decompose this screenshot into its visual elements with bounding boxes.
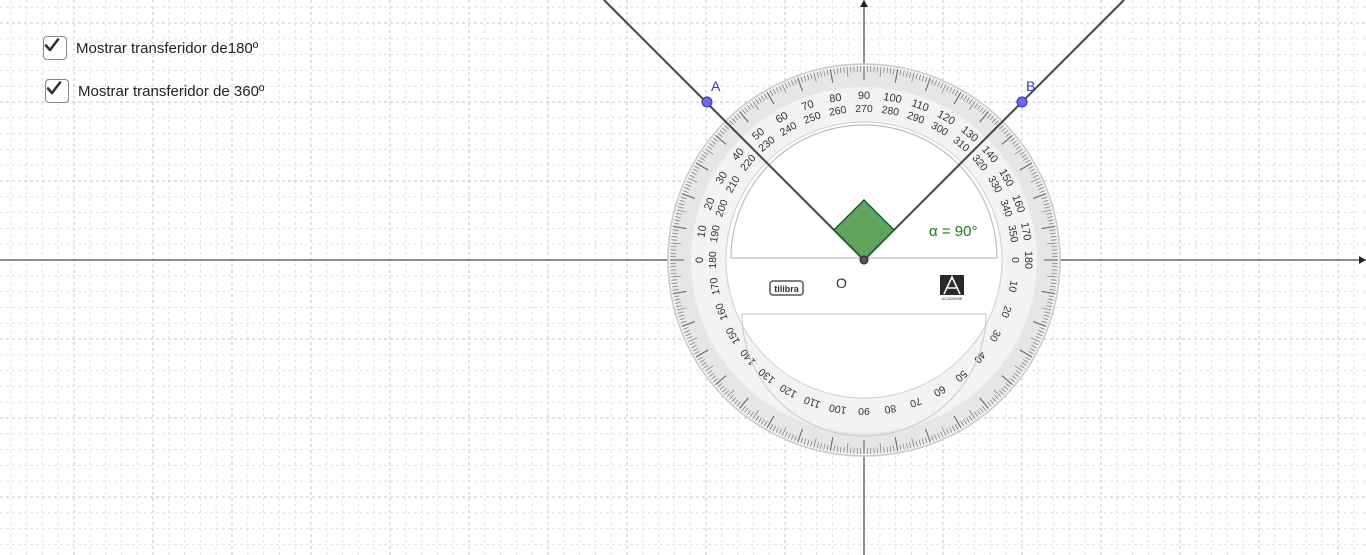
brand-tilibra-text: tilibra <box>774 284 799 294</box>
show-protractor-360-checkbox[interactable] <box>45 79 69 103</box>
point-b[interactable]: B <box>1016 78 1035 108</box>
protractor-degree-label: 180 <box>1022 251 1034 269</box>
protractor-degree-label: 10 <box>696 224 710 238</box>
point-b-label: B <box>1026 78 1035 94</box>
checkmark-icon <box>44 38 60 52</box>
point-b-marker[interactable] <box>1016 96 1028 108</box>
protractor-degree-label: 10 <box>1006 279 1020 293</box>
point-a-label: A <box>711 78 721 94</box>
protractor-degree-label: 180 <box>707 251 719 269</box>
protractor-degree-label: 0 <box>1009 257 1021 263</box>
protractor-degree-label: 80 <box>883 402 897 416</box>
point-o-label: O <box>836 275 847 291</box>
academie-logo-caption: ACADEMIE <box>942 296 963 301</box>
show-protractor-180-label: Mostrar transferidor de180º <box>76 39 259 57</box>
point-o-marker[interactable] <box>859 255 869 265</box>
geogebra-graphics-view[interactable]: 180 170 160 150 140 130 120 110 100 90 80 70 60 50 40 3… <box>0 0 1366 555</box>
checkmark-icon <box>46 81 62 95</box>
point-a-marker[interactable] <box>701 96 713 108</box>
show-protractor-360-toggle[interactable]: Mostrar transferidor de 360º <box>45 79 264 103</box>
y-axis-arrow <box>860 0 868 7</box>
protractor-degree-label: 270 <box>855 103 873 115</box>
x-axis-arrow <box>1359 256 1366 264</box>
point-a[interactable]: A <box>701 78 721 108</box>
academie-logo: ACADEMIE <box>940 275 964 301</box>
show-protractor-180-toggle[interactable]: Mostrar transferidor de180º <box>43 36 258 60</box>
protractor-degree-label: 80 <box>828 92 842 106</box>
protractor-degree-label: 90 <box>858 90 870 102</box>
protractor-degree-label: 0 <box>694 257 706 263</box>
protractor-degree-label: 90 <box>858 405 870 417</box>
show-protractor-180-checkbox[interactable] <box>43 36 67 60</box>
angle-alpha-label: α = 90° <box>929 223 977 240</box>
brand-tilibra: tilibra <box>769 280 804 296</box>
show-protractor-360-label: Mostrar transferidor de 360º <box>78 82 265 100</box>
